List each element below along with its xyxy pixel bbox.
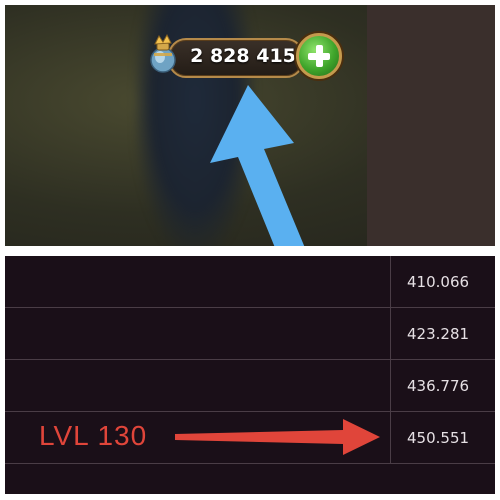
add-currency-button[interactable] bbox=[296, 33, 342, 79]
pointer-arrow-right bbox=[175, 419, 380, 455]
comparison-image: 2 828 415 410.066 423.281 436.776 450.55… bbox=[0, 0, 500, 500]
xp-value: 423.281 bbox=[407, 325, 470, 343]
table-row: 423.281 bbox=[5, 308, 495, 360]
xp-value: 450.551 bbox=[407, 429, 470, 447]
label-cell bbox=[5, 256, 391, 307]
table-row: 436.776 bbox=[5, 360, 495, 412]
background-panel bbox=[367, 5, 495, 246]
xp-value: 436.776 bbox=[407, 377, 470, 395]
level-label: LVL 130 bbox=[39, 420, 148, 451]
xp-value: 410.066 bbox=[407, 273, 470, 291]
table-row: 410.066 bbox=[5, 256, 495, 308]
label-cell bbox=[5, 308, 391, 359]
currency-amount: 2 828 415 bbox=[190, 45, 296, 67]
level-table: 410.066 423.281 436.776 450.551 LVL 130 bbox=[5, 256, 495, 494]
vase-icon bbox=[150, 33, 176, 73]
label-cell bbox=[5, 360, 391, 411]
game-screenshot: 2 828 415 bbox=[5, 5, 495, 246]
pointer-arrow-up bbox=[210, 85, 305, 246]
